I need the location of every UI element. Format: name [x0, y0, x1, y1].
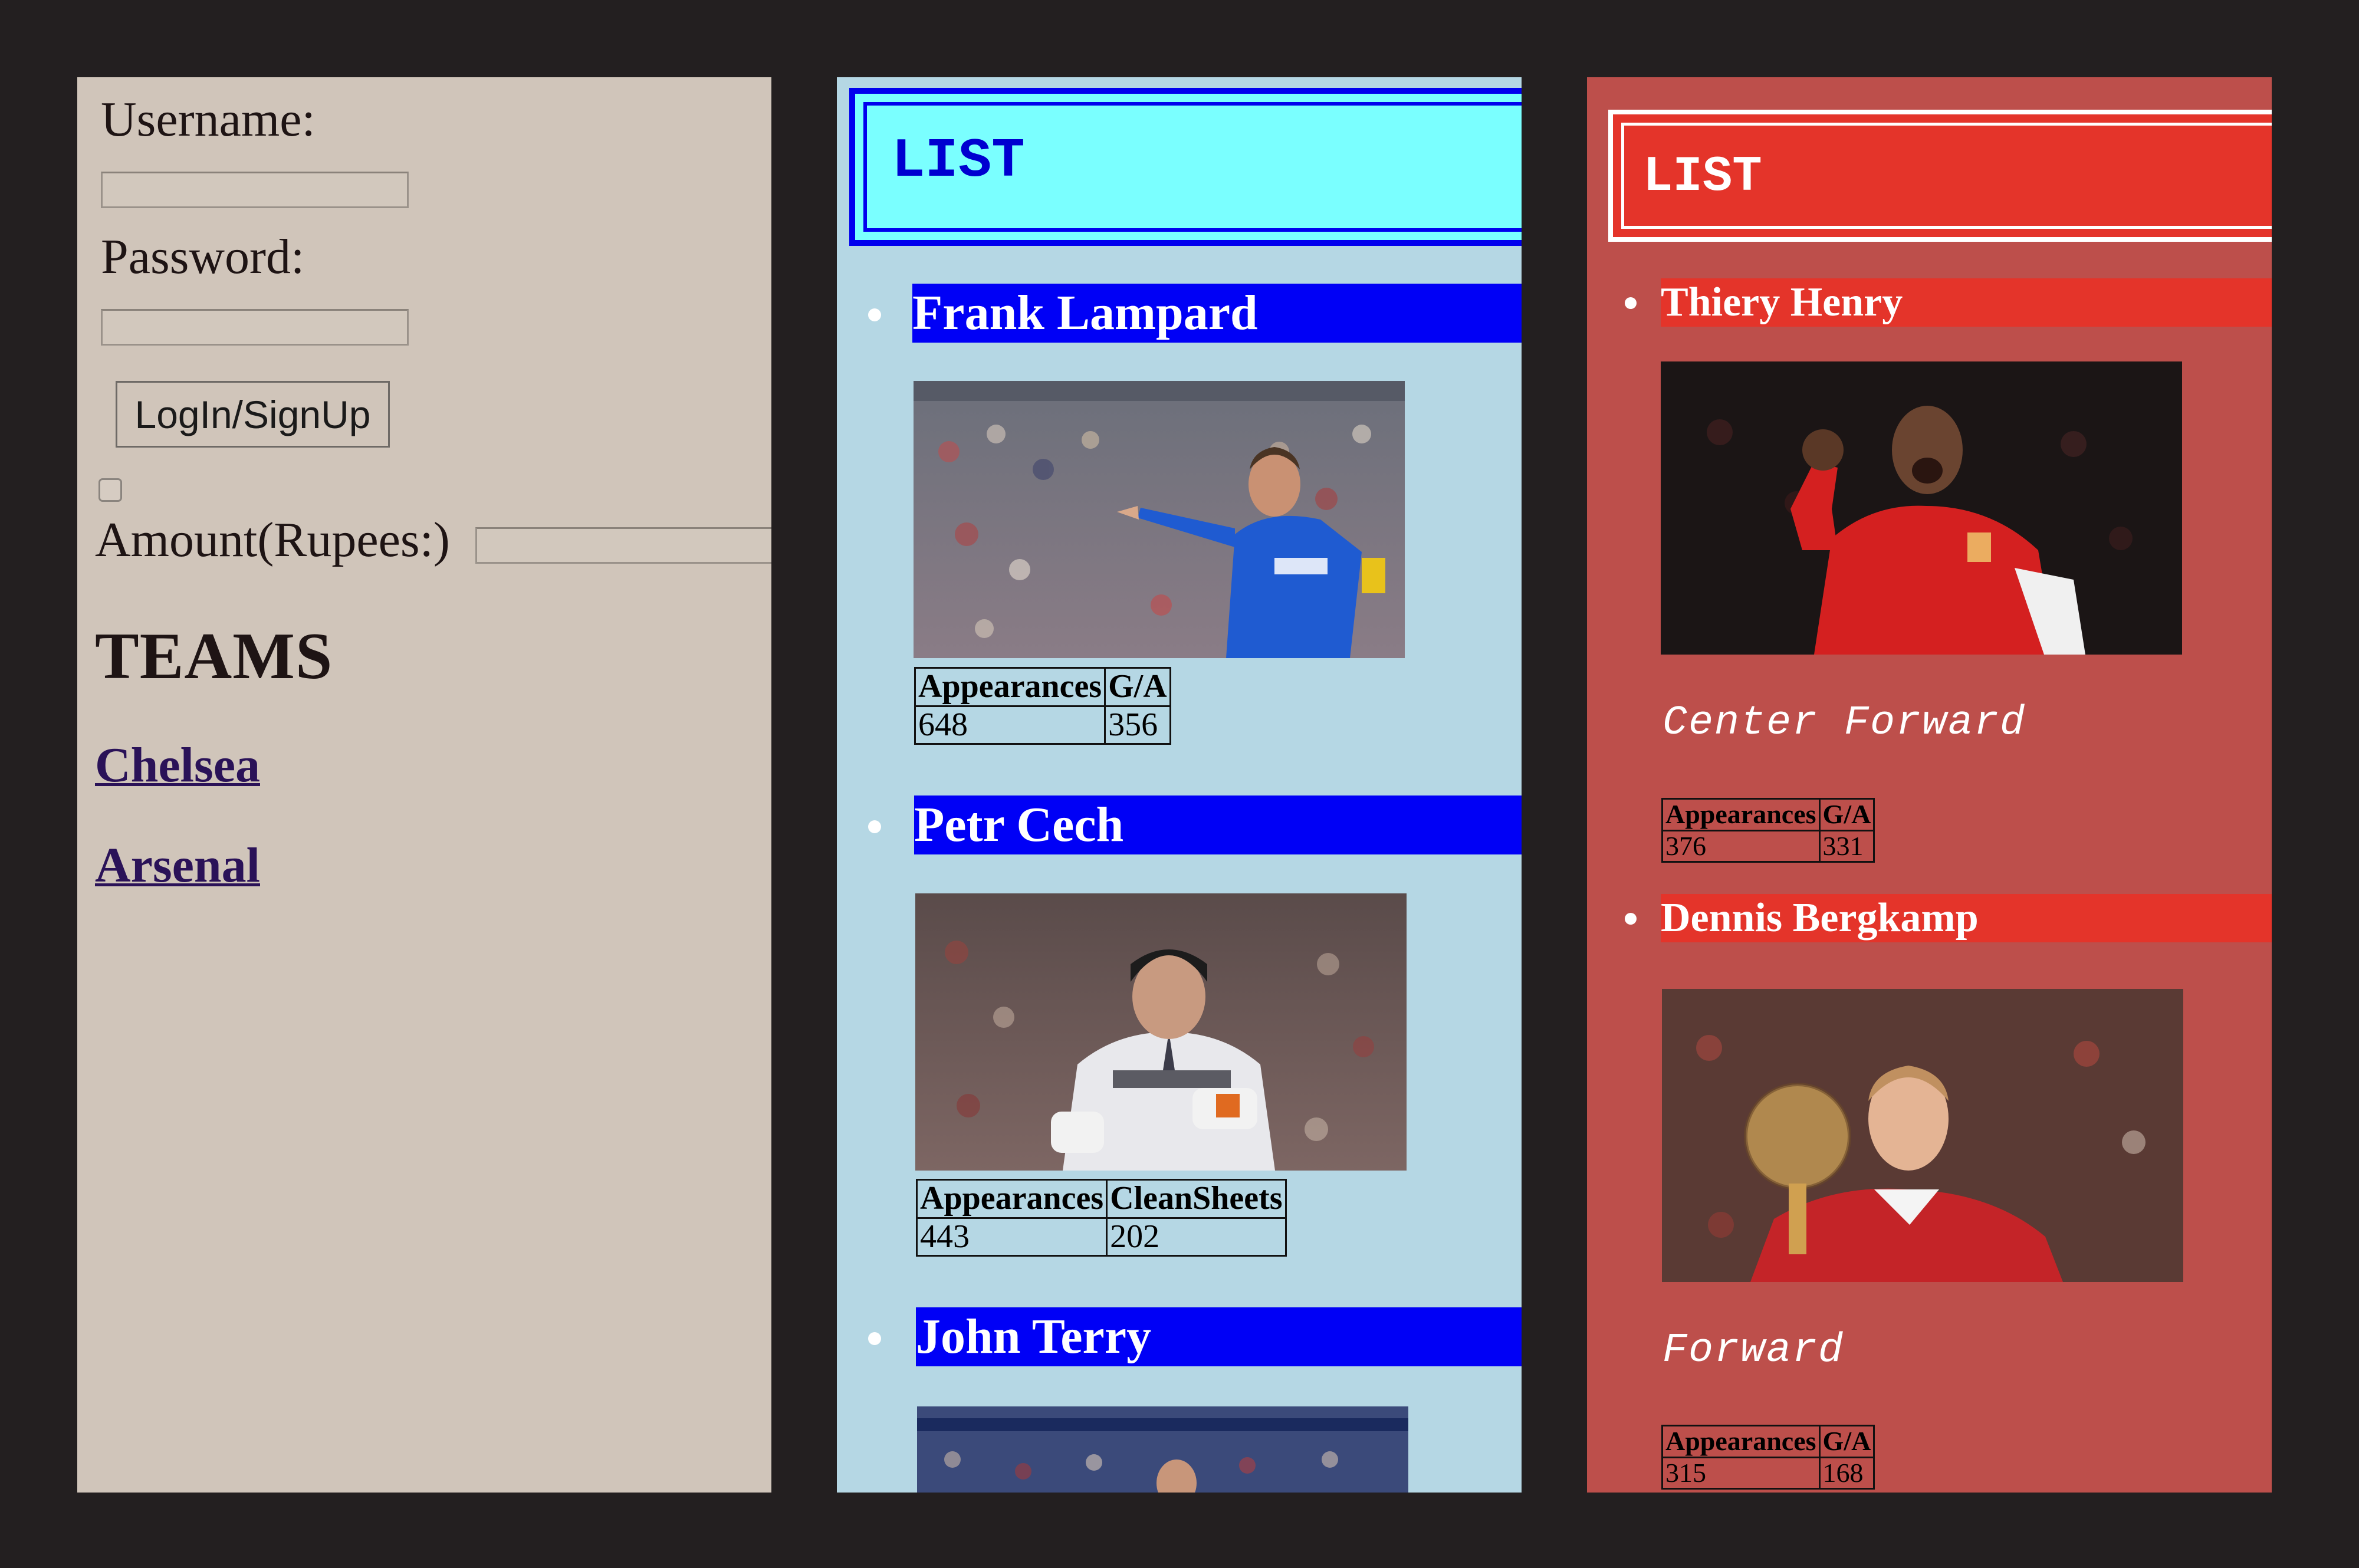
table-row: Appearances G/A	[914, 667, 1171, 707]
stats-header-appearances: Appearances	[1661, 1425, 1821, 1458]
cech-image	[915, 893, 1407, 1171]
stats-value-ga: 331	[1818, 829, 1875, 863]
list-header-title: LIST	[892, 130, 1025, 193]
player-name-bergkamp: Dennis Bergkamp	[1661, 894, 2272, 942]
stats-header-ga: G/A	[1818, 798, 1875, 831]
stats-value-cleansheets: 202	[1106, 1217, 1287, 1257]
lampard-image	[914, 381, 1405, 658]
bullet-icon	[1625, 297, 1637, 309]
stats-value-appearances: 648	[914, 705, 1106, 745]
table-row: 315 168	[1661, 1456, 1875, 1490]
stats-value-ga: 356	[1104, 705, 1171, 745]
login-signup-button[interactable]: LogIn/SignUp	[116, 381, 390, 448]
player-photo-lampard	[914, 381, 1405, 658]
terry-image	[917, 1406, 1408, 1493]
table-row: 443 202	[915, 1217, 1287, 1257]
amount-input[interactable]	[475, 527, 771, 564]
username-input[interactable]	[101, 172, 409, 208]
stats-table-henry: Appearances G/A 376 331	[1661, 798, 1875, 863]
password-label: Password:	[101, 229, 305, 284]
stats-value-appearances: 376	[1661, 829, 1821, 863]
table-row: 648 356	[914, 705, 1171, 745]
checkbox[interactable]	[98, 478, 122, 502]
arsenal-list-panel: LIST Thiery Henry Center Forward Appeara…	[1587, 77, 2272, 1493]
player-photo-cech	[915, 893, 1407, 1171]
table-row: Appearances CleanSheets	[915, 1179, 1287, 1219]
stats-header-cleansheets: CleanSheets	[1106, 1179, 1287, 1219]
player-name-henry: Thiery Henry	[1661, 278, 2272, 327]
amount-label: Amount(Rupees:)	[95, 512, 450, 567]
stats-value-appearances: 443	[915, 1217, 1108, 1257]
player-name-cech: Petr Cech	[914, 795, 1522, 854]
team-link-chelsea[interactable]: Chelsea	[95, 737, 260, 794]
player-position-bergkamp: Forward	[1663, 1327, 1845, 1374]
username-label: Username:	[101, 92, 316, 147]
stats-value-appearances: 315	[1661, 1456, 1821, 1490]
player-photo-terry	[917, 1406, 1408, 1493]
list-header-title: LIST	[1643, 149, 1762, 205]
player-name-lampard: Frank Lampard	[912, 284, 1522, 343]
table-row: Appearances G/A	[1661, 1425, 1875, 1458]
stats-table-bergkamp: Appearances G/A 315 168	[1661, 1425, 1875, 1490]
chelsea-list-panel: LIST Frank Lampard Appearances G/A 648 3…	[837, 77, 1522, 1493]
bullet-icon	[868, 308, 881, 321]
henry-image	[1661, 361, 2182, 655]
stats-table-cech: Appearances CleanSheets 443 202	[915, 1179, 1287, 1257]
bergkamp-image	[1662, 989, 2183, 1282]
stats-header-appearances: Appearances	[914, 667, 1106, 707]
player-position-henry: Center Forward	[1663, 700, 2026, 747]
player-photo-henry	[1661, 361, 2182, 655]
team-link-arsenal[interactable]: Arsenal	[95, 837, 260, 894]
bullet-icon	[1625, 913, 1637, 925]
login-panel: Username: Password: LogIn/SignUp Amount(…	[77, 77, 771, 1493]
password-input[interactable]	[101, 309, 409, 346]
player-photo-bergkamp	[1662, 989, 2183, 1282]
stats-header-appearances: Appearances	[915, 1179, 1108, 1219]
stats-table-lampard: Appearances G/A 648 356	[914, 667, 1171, 745]
stats-header-ga: G/A	[1818, 1425, 1875, 1458]
stats-header-appearances: Appearances	[1661, 798, 1821, 831]
bullet-icon	[868, 1332, 881, 1345]
player-name-terry: John Terry	[916, 1307, 1522, 1366]
teams-heading: TEAMS	[95, 620, 333, 693]
bullet-icon	[868, 820, 881, 833]
stats-header-ga: G/A	[1104, 667, 1171, 707]
table-row: 376 331	[1661, 829, 1875, 863]
stats-value-ga: 168	[1818, 1456, 1875, 1490]
table-row: Appearances G/A	[1661, 798, 1875, 831]
